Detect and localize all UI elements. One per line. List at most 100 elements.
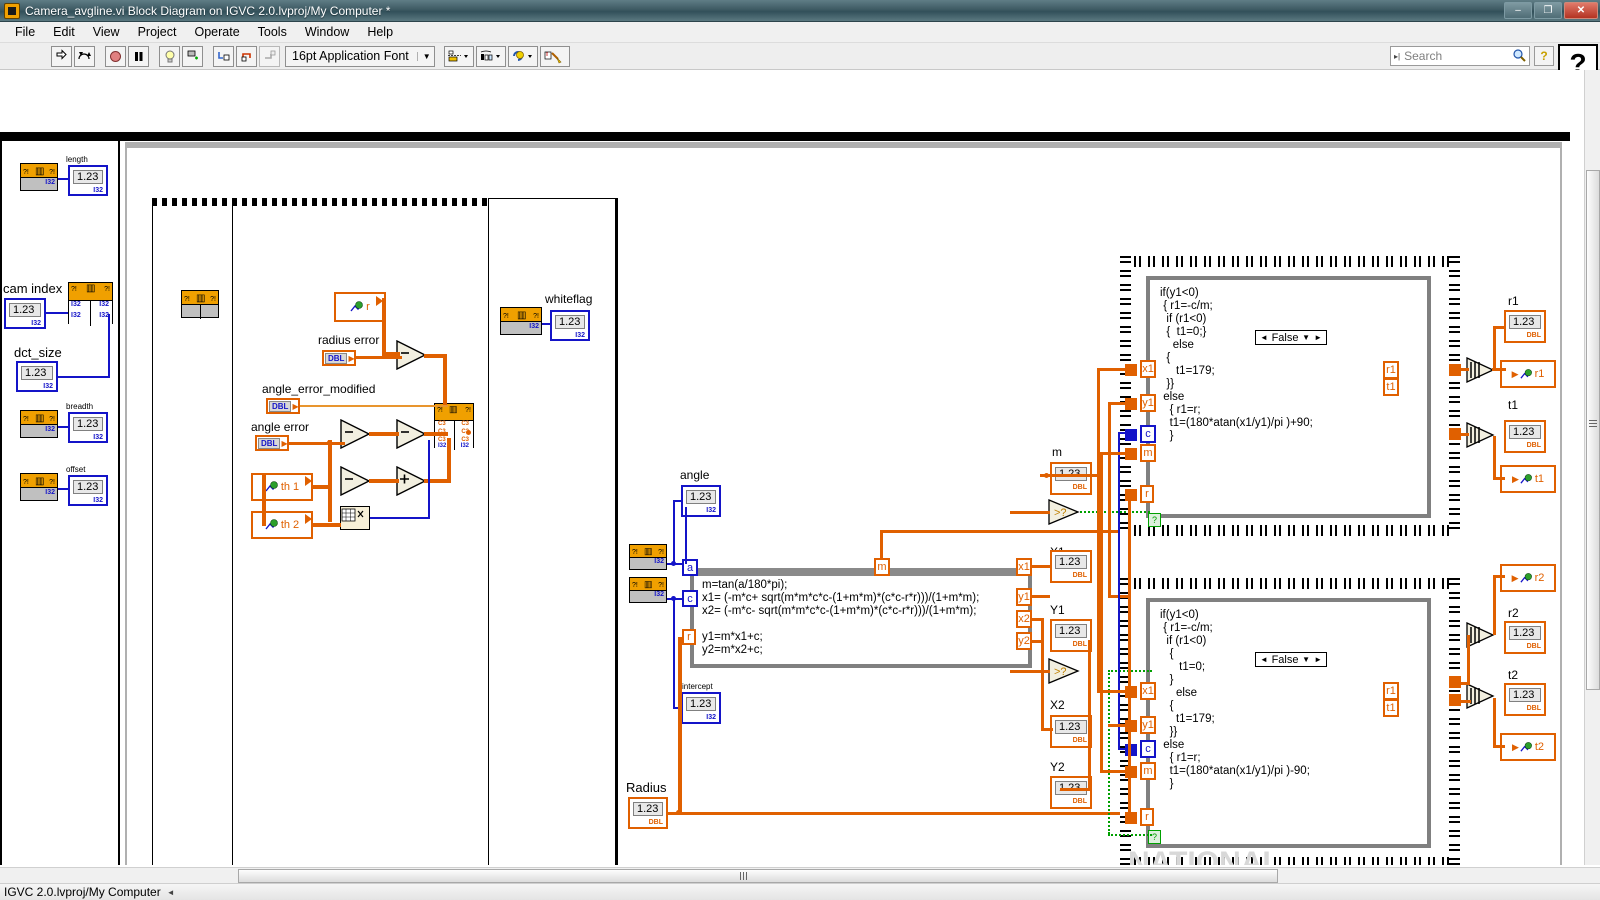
case-1-tunnel-c[interactable] xyxy=(1125,429,1137,441)
comparison-node-1[interactable]: >? xyxy=(1048,499,1082,528)
subtract-node-2[interactable] xyxy=(340,418,372,452)
property-node-out-t2[interactable]: ▶ t2 xyxy=(1500,733,1556,761)
case-structure-1-selector[interactable]: ◄ False ▼ ► xyxy=(1255,330,1327,345)
step-over-icon[interactable] xyxy=(236,45,257,67)
formula-terminal-c[interactable]: c xyxy=(682,590,698,607)
menu-item-operate[interactable]: Operate xyxy=(185,23,248,41)
control-cam-index-value[interactable]: 1.23 xyxy=(9,303,41,317)
case-2-selector-terminal[interactable]: ? xyxy=(1148,830,1161,844)
retain-wire-values-icon[interactable] xyxy=(182,45,203,67)
bundle-node-errors[interactable]: ?!?!▥ C3 C3 C3 C3 C3 C3 I32 I32 xyxy=(434,403,474,450)
minimize-button[interactable]: – xyxy=(1504,2,1532,19)
indicator-t1[interactable]: 1.23 DBL xyxy=(1504,420,1546,453)
property-node-th1[interactable]: th 1 xyxy=(251,473,313,501)
control-cam-index[interactable]: 1.23 I32 xyxy=(4,298,46,329)
case-1-prev-icon[interactable]: ◄ xyxy=(1258,333,1270,342)
indicator-angle[interactable]: 1.23 I32 xyxy=(681,485,721,517)
formula-terminal-y2[interactable]: y2 xyxy=(1016,632,1032,650)
menu-item-help[interactable]: Help xyxy=(358,23,402,41)
comparison-node-2[interactable]: >? xyxy=(1048,658,1082,687)
indicator-y2[interactable]: 1.23 DBL xyxy=(1050,776,1092,809)
case-structure-2-selector[interactable]: ◄ False ▼ ► xyxy=(1255,652,1327,667)
indicator-length[interactable]: 1.23 I32 xyxy=(68,165,108,196)
indicator-t2[interactable]: 1.23 DBL xyxy=(1504,683,1546,716)
highlight-execution-icon[interactable] xyxy=(159,45,180,67)
unbundle-node-breadth[interactable]: ?!?! ▥ I32 xyxy=(20,410,58,438)
unbundle-node-whiteflag[interactable]: ?!?! ▥ I32 xyxy=(500,307,542,335)
control-radius[interactable]: 1.23 DBL xyxy=(628,797,668,829)
coercion-node-r2[interactable] xyxy=(1466,621,1496,651)
indicator-offset[interactable]: 1.23 I32 xyxy=(68,475,108,506)
formula-node[interactable]: m=tan(a/180*pi); x1= (-m*c+ sqrt(m*m*c*c… xyxy=(690,568,1032,668)
horizontal-scrollbar[interactable] xyxy=(0,867,1600,883)
run-arrow-icon[interactable] xyxy=(51,45,72,67)
formula-terminal-x1[interactable]: x1 xyxy=(1016,558,1032,576)
vertical-scrollbar[interactable] xyxy=(1584,70,1600,865)
coercion-node-r1[interactable] xyxy=(1466,356,1496,386)
case-2-tunnel-out-t1[interactable] xyxy=(1449,694,1461,706)
menu-item-window[interactable]: Window xyxy=(296,23,358,41)
indicator-whiteflag[interactable]: 1.23 I32 xyxy=(550,310,590,341)
vertical-scrollbar-thumb[interactable] xyxy=(1586,170,1600,690)
index-array-node[interactable] xyxy=(340,506,370,530)
align-objects-icon[interactable] xyxy=(443,45,474,67)
case-2-next-icon[interactable]: ► xyxy=(1312,655,1324,664)
coercion-node-t1[interactable] xyxy=(1466,421,1496,451)
case-2-tunnel-c[interactable] xyxy=(1125,744,1137,756)
unbundle-node-panel1[interactable]: ?!?! ▥ xyxy=(181,290,219,319)
case-1-tunnel-out-t1[interactable] xyxy=(1449,428,1461,440)
search-input[interactable]: ▸| Search xyxy=(1390,46,1530,66)
indicator-y1[interactable]: 1.23 DBL xyxy=(1050,619,1092,652)
subtract-node-4[interactable] xyxy=(340,465,372,499)
pause-icon[interactable] xyxy=(128,45,149,67)
menu-item-edit[interactable]: Edit xyxy=(44,23,84,41)
clean-up-diagram-icon[interactable] xyxy=(539,45,570,67)
menu-item-file[interactable]: File xyxy=(6,23,44,41)
formula-terminal-x2[interactable]: x2 xyxy=(1016,610,1032,628)
control-angle-error-modified[interactable]: DBL ▶ xyxy=(266,398,300,414)
case-structure-1[interactable]: if(y1<0) { r1=-c/m; if (r1<0) { t1=0;} e… xyxy=(1120,256,1460,536)
chevron-down-icon[interactable]: ▼ xyxy=(416,51,431,61)
abort-execution-icon[interactable] xyxy=(105,45,126,67)
control-radius-error[interactable]: DBL ▶ xyxy=(322,350,356,366)
property-node-th2[interactable]: th 2 xyxy=(251,511,313,539)
indicator-breadth[interactable]: 1.23 I32 xyxy=(68,412,108,443)
menu-item-project[interactable]: Project xyxy=(129,23,186,41)
indicator-m[interactable]: 1.23 DBL xyxy=(1050,462,1092,495)
case-2-tunnel-r[interactable] xyxy=(1125,812,1137,824)
case-1-selector-terminal[interactable]: ? xyxy=(1148,513,1161,527)
status-bar-arrow[interactable]: ◄ xyxy=(167,888,175,897)
unbundle-node-a[interactable]: ?!?! ▥ I32 xyxy=(629,544,667,570)
search-icon[interactable] xyxy=(1512,48,1526,65)
control-radius-value[interactable]: 1.23 xyxy=(633,802,663,816)
run-continuously-icon[interactable] xyxy=(74,45,95,67)
case-1-tunnel-out-r1[interactable] xyxy=(1449,364,1461,376)
horizontal-scrollbar-thumb[interactable] xyxy=(238,869,1278,883)
indicator-intercept[interactable]: 1.23 I32 xyxy=(681,692,721,724)
context-help-icon[interactable]: ? xyxy=(1534,46,1554,66)
reorder-icon[interactable] xyxy=(507,45,538,67)
formula-terminal-m[interactable]: m xyxy=(874,558,890,576)
unbundle-node-offset[interactable]: ?!?! ▥ I32 xyxy=(20,473,58,501)
case-2-prev-icon[interactable]: ◄ xyxy=(1258,655,1270,664)
chevron-down-icon[interactable]: ▼ xyxy=(1300,333,1312,342)
formula-terminal-y1[interactable]: y1 xyxy=(1016,588,1032,606)
font-selector[interactable]: 16pt Application Font ▼ xyxy=(285,45,435,67)
step-into-icon[interactable] xyxy=(213,45,234,67)
case-1-next-icon[interactable]: ► xyxy=(1312,333,1324,342)
menu-item-view[interactable]: View xyxy=(84,23,129,41)
property-node-out-r1[interactable]: ▶ r1 xyxy=(1500,360,1556,388)
chevron-down-icon-2[interactable]: ▼ xyxy=(1300,655,1312,664)
block-diagram-canvas[interactable]: ?!?! ▥ I32 length 1.23 I32 cam index 1.23… xyxy=(0,70,1600,865)
distribute-objects-icon[interactable] xyxy=(475,45,506,67)
bundle-node-cam[interactable]: ?!?! ▥ I32 I32 I32 I32 xyxy=(68,282,113,326)
control-angle-error[interactable]: DBL ▶ xyxy=(255,435,289,451)
indicator-x2[interactable]: 1.23 DBL xyxy=(1050,715,1092,748)
case-structure-2[interactable]: if(y1<0) { r1=-c/m; if (r1<0) { t1=0; } … xyxy=(1120,578,1460,865)
unbundle-node-length[interactable]: ?!?! ▥ I32 xyxy=(20,163,58,191)
indicator-x1[interactable]: 1.23 DBL xyxy=(1050,550,1092,583)
control-dct-size-value[interactable]: 1.23 xyxy=(21,366,53,380)
indicator-r1[interactable]: 1.23 DBL xyxy=(1504,310,1546,343)
indicator-r2[interactable]: 1.23 DBL xyxy=(1504,621,1546,654)
property-node-out-r2[interactable]: ▶ r2 xyxy=(1500,564,1556,592)
